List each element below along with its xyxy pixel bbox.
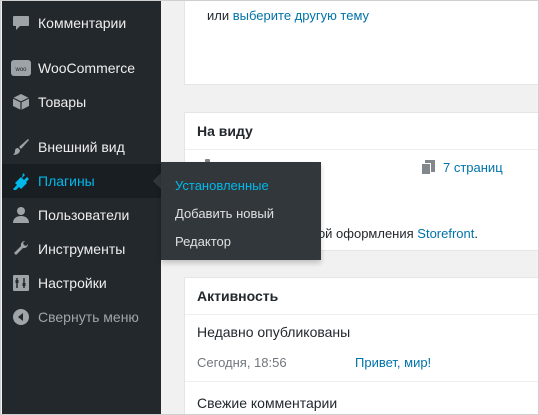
settings-icon	[2, 274, 36, 292]
pages-count-item[interactable]: 7 страниц	[421, 160, 503, 175]
submenu-installed-plugins[interactable]: Установленные	[161, 172, 321, 200]
post-title-link[interactable]: Привет, мир!	[355, 355, 431, 370]
pages-count-link[interactable]: 7 страниц	[443, 160, 503, 175]
submenu-add-new[interactable]: Добавить новый	[161, 200, 321, 228]
collapse-icon	[2, 309, 36, 325]
plugins-submenu: Установленные Добавить новый Редактор	[161, 162, 321, 260]
sidebar-item-label: Свернуть меню	[38, 309, 139, 325]
svg-text:woo: woo	[14, 67, 27, 73]
collapse-menu-button[interactable]: Свернуть меню	[2, 300, 161, 334]
pages-icon	[421, 160, 435, 175]
recent-comments-heading: Свежие комментарии	[197, 395, 338, 411]
screen-frame: или выберите другую тему На виду 7 стран…	[0, 0, 539, 415]
divider	[185, 381, 538, 382]
theme-info: мой оформления Storefront.	[309, 226, 478, 241]
widget-title[interactable]: Активность	[185, 278, 538, 315]
activity-widget: Активность Недавно опубликованы Сегодня,…	[184, 277, 538, 414]
sidebar-item-label: Инструменты	[38, 241, 126, 257]
choose-theme-link[interactable]: выберите другую тему	[233, 8, 369, 23]
plugin-icon	[2, 172, 36, 190]
submenu-pointer	[153, 173, 161, 189]
sidebar-item-users[interactable]: Пользователи	[2, 198, 161, 232]
choose-theme-line: или выберите другую тему	[207, 8, 369, 23]
paintbrush-icon	[2, 138, 36, 156]
theme-prefix-text: или	[207, 8, 230, 23]
comments-icon	[2, 15, 36, 31]
wrench-icon	[2, 240, 36, 258]
sidebar-item-plugins[interactable]: Плагины	[2, 164, 161, 198]
sidebar-item-comments[interactable]: Комментарии	[2, 6, 161, 40]
sidebar-item-label: WooCommerce	[38, 60, 135, 76]
sidebar-item-products[interactable]: Товары	[2, 85, 161, 119]
sidebar-item-woocommerce[interactable]: woo WooCommerce	[2, 51, 161, 85]
users-icon	[2, 206, 36, 224]
recently-published-heading: Недавно опубликованы	[197, 324, 351, 340]
sidebar-item-label: Комментарии	[38, 15, 127, 31]
theme-info-text: мой оформления	[309, 226, 414, 241]
sidebar-item-label: Плагины	[38, 173, 95, 189]
sidebar-item-tools[interactable]: Инструменты	[2, 232, 161, 266]
sidebar-item-label: Настройки	[38, 275, 107, 291]
theme-info-suffix: .	[474, 226, 479, 241]
sidebar-item-label: Пользователи	[38, 207, 130, 223]
sidebar-item-label: Внешний вид	[38, 139, 125, 155]
widget-title[interactable]: На виду	[185, 113, 538, 150]
sidebar-item-label: Товары	[38, 94, 87, 110]
theme-panel: или выберите другую тему	[184, 1, 538, 85]
woocommerce-icon: woo	[2, 59, 36, 77]
admin-sidebar: Комментарии woo WooCommerce Товары Внешн…	[2, 1, 161, 414]
products-icon	[2, 93, 36, 111]
post-date: Сегодня, 18:56	[197, 355, 287, 370]
sidebar-item-appearance[interactable]: Внешний вид	[2, 130, 161, 164]
sidebar-item-settings[interactable]: Настройки	[2, 266, 161, 300]
submenu-editor[interactable]: Редактор	[161, 228, 321, 256]
theme-name-link[interactable]: Storefront	[417, 226, 474, 241]
